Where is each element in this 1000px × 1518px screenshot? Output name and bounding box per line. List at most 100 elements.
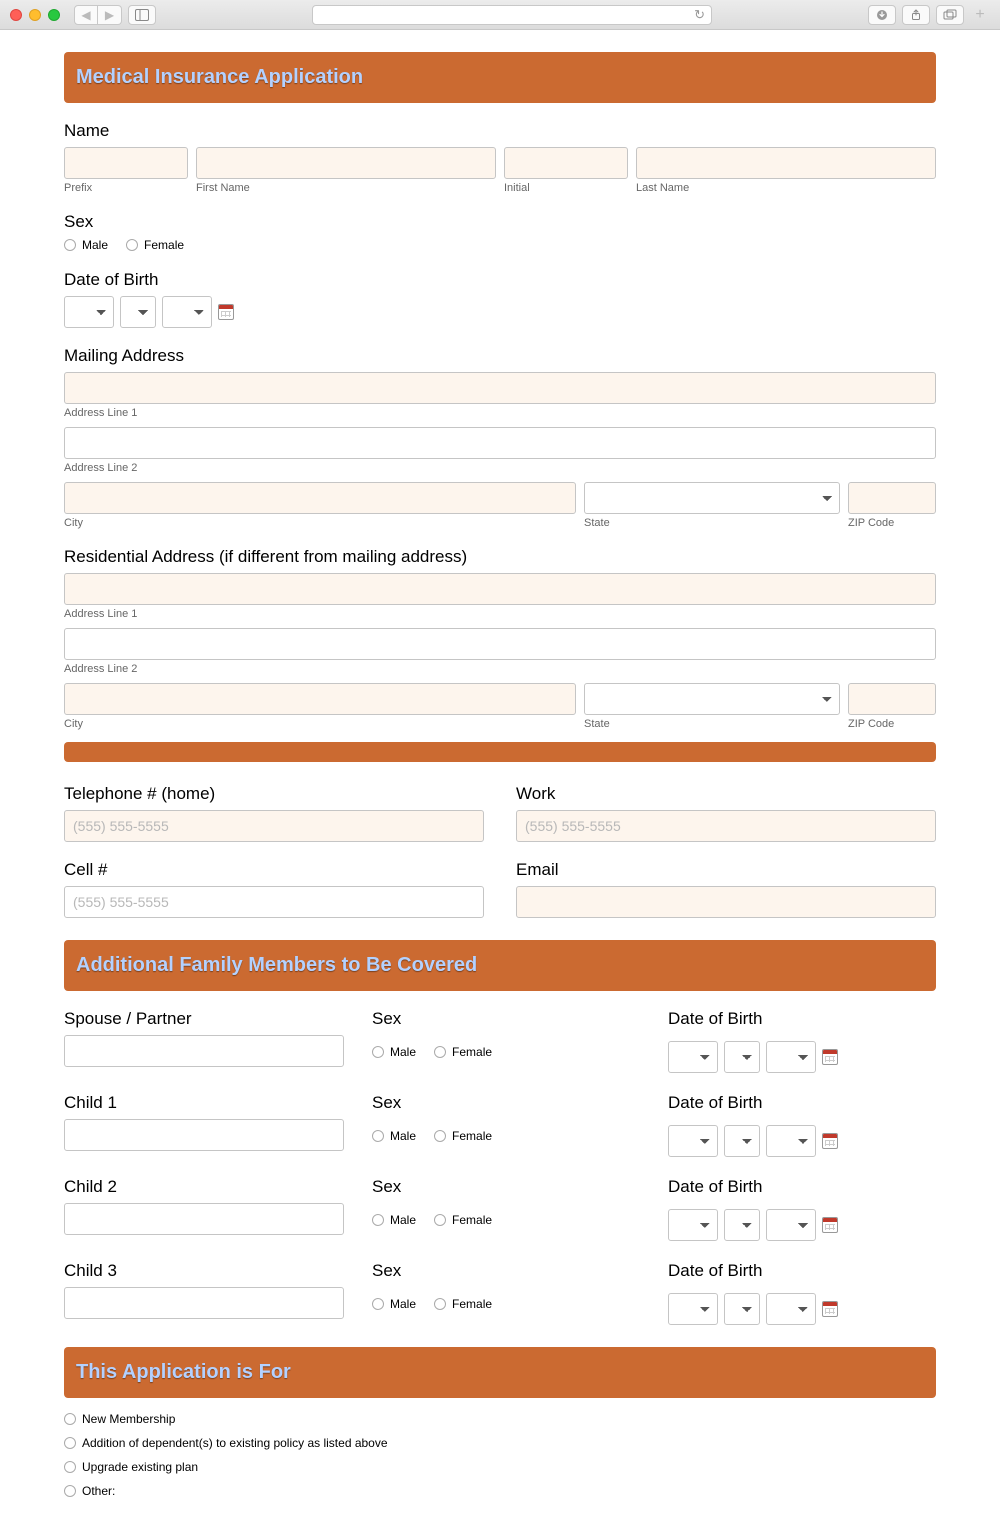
family-row-3-dob-label: Date of Birth [668, 1261, 936, 1281]
sex-male-text: Male [82, 238, 108, 252]
phone-cell-input[interactable] [64, 886, 484, 918]
option-label: Upgrade existing plan [82, 1460, 198, 1474]
family-row-3-sex-label: Sex [372, 1261, 640, 1281]
family-row-1-dob-day[interactable] [724, 1125, 760, 1157]
family-row-0-female-radio[interactable]: Female [434, 1045, 492, 1059]
family-row-2-dob-month[interactable] [668, 1209, 718, 1241]
email-input[interactable] [516, 886, 936, 918]
family-row-2-sex-label: Sex [372, 1177, 640, 1197]
app-for-option-2[interactable]: Upgrade existing plan [64, 1460, 936, 1474]
family-row-2-male-radio[interactable]: Male [372, 1213, 416, 1227]
family-row-3-dob-year[interactable] [766, 1293, 816, 1325]
family-row-0-dob-year[interactable] [766, 1041, 816, 1073]
radio-label: Female [452, 1045, 492, 1059]
family-row-1-name-input[interactable] [64, 1119, 344, 1151]
residential-line2-input[interactable] [64, 628, 936, 660]
calendar-icon[interactable] [218, 304, 234, 320]
family-row-2-female-radio[interactable]: Female [434, 1213, 492, 1227]
radio-icon [64, 1437, 76, 1449]
minimize-window-button[interactable] [29, 9, 41, 21]
residential-line1-input[interactable] [64, 573, 936, 605]
sex-male-radio[interactable]: Male [64, 238, 108, 252]
family-row-3-dob-day[interactable] [724, 1293, 760, 1325]
family-row-0-dob-day[interactable] [724, 1041, 760, 1073]
family-row-3-male-radio[interactable]: Male [372, 1297, 416, 1311]
app-for-option-3[interactable]: Other: [64, 1484, 936, 1498]
radio-icon [372, 1130, 384, 1142]
family-row-2-dob-year[interactable] [766, 1209, 816, 1241]
radio-label: Male [390, 1129, 416, 1143]
name-last-input[interactable] [636, 147, 936, 179]
app-for-option-0[interactable]: New Membership [64, 1412, 936, 1426]
name-last-sublabel: Last Name [636, 182, 936, 194]
forward-button[interactable]: ▶ [98, 5, 122, 25]
phone-home-label: Telephone # (home) [64, 784, 484, 804]
family-row-1-dob-year[interactable] [766, 1125, 816, 1157]
family-row-2-dob-label: Date of Birth [668, 1177, 936, 1197]
name-prefix-sublabel: Prefix [64, 182, 188, 194]
share-button[interactable] [902, 5, 930, 25]
family-row-2-dob-day[interactable] [724, 1209, 760, 1241]
mailing-line1-sublabel: Address Line 1 [64, 407, 936, 419]
radio-icon [64, 239, 76, 251]
calendar-icon[interactable] [822, 1301, 838, 1317]
name-first-input[interactable] [196, 147, 496, 179]
mailing-line2-input[interactable] [64, 427, 936, 459]
family-row-1-male-radio[interactable]: Male [372, 1129, 416, 1143]
family-row-1-name-label: Child 1 [64, 1093, 344, 1113]
name-prefix-input[interactable] [64, 147, 188, 179]
residential-state-select[interactable] [584, 683, 840, 715]
sex-female-radio[interactable]: Female [126, 238, 184, 252]
phone-work-label: Work [516, 784, 936, 804]
dob-month-select[interactable] [64, 296, 114, 328]
new-tab-button[interactable]: + [970, 6, 990, 24]
family-row-3-dob-month[interactable] [668, 1293, 718, 1325]
phone-work-input[interactable] [516, 810, 936, 842]
radio-icon [64, 1413, 76, 1425]
phone-home-input[interactable] [64, 810, 484, 842]
sex-female-text: Female [144, 238, 184, 252]
family-row-2-name-label: Child 2 [64, 1177, 344, 1197]
fullscreen-window-button[interactable] [48, 9, 60, 21]
family-row-1-female-radio[interactable]: Female [434, 1129, 492, 1143]
radio-label: Male [390, 1045, 416, 1059]
section-header-app-for: This Application is For [64, 1347, 936, 1398]
dob-day-select[interactable] [120, 296, 156, 328]
name-label: Name [64, 121, 936, 141]
radio-label: Male [390, 1297, 416, 1311]
name-initial-input[interactable] [504, 147, 628, 179]
calendar-icon[interactable] [822, 1133, 838, 1149]
close-window-button[interactable] [10, 9, 22, 21]
radio-icon [372, 1298, 384, 1310]
family-row-0-dob-label: Date of Birth [668, 1009, 936, 1029]
option-label: New Membership [82, 1412, 175, 1426]
mailing-state-select[interactable] [584, 482, 840, 514]
mailing-zip-input[interactable] [848, 482, 936, 514]
calendar-icon[interactable] [822, 1217, 838, 1233]
tabs-button[interactable] [936, 5, 964, 25]
residential-line2-sublabel: Address Line 2 [64, 663, 936, 675]
calendar-icon[interactable] [822, 1049, 838, 1065]
family-row-1-dob-month[interactable] [668, 1125, 718, 1157]
mailing-city-input[interactable] [64, 482, 576, 514]
downloads-button[interactable] [868, 5, 896, 25]
family-row-2-name-input[interactable] [64, 1203, 344, 1235]
phone-cell-label: Cell # [64, 860, 484, 880]
reload-icon[interactable]: ↻ [694, 7, 705, 23]
family-row-3-female-radio[interactable]: Female [434, 1297, 492, 1311]
residential-zip-input[interactable] [848, 683, 936, 715]
mailing-line1-input[interactable] [64, 372, 936, 404]
family-row-0-male-radio[interactable]: Male [372, 1045, 416, 1059]
family-row-0-dob-month[interactable] [668, 1041, 718, 1073]
option-label: Addition of dependent(s) to existing pol… [82, 1436, 388, 1450]
app-for-option-1[interactable]: Addition of dependent(s) to existing pol… [64, 1436, 936, 1450]
family-row-0-name-input[interactable] [64, 1035, 344, 1067]
back-button[interactable]: ◀ [74, 5, 98, 25]
mailing-label: Mailing Address [64, 346, 936, 366]
dob-year-select[interactable] [162, 296, 212, 328]
sidebar-toggle-button[interactable] [128, 5, 156, 25]
residential-city-input[interactable] [64, 683, 576, 715]
family-row-3-name-input[interactable] [64, 1287, 344, 1319]
radio-label: Female [452, 1129, 492, 1143]
url-bar[interactable]: ↻ [312, 5, 712, 25]
